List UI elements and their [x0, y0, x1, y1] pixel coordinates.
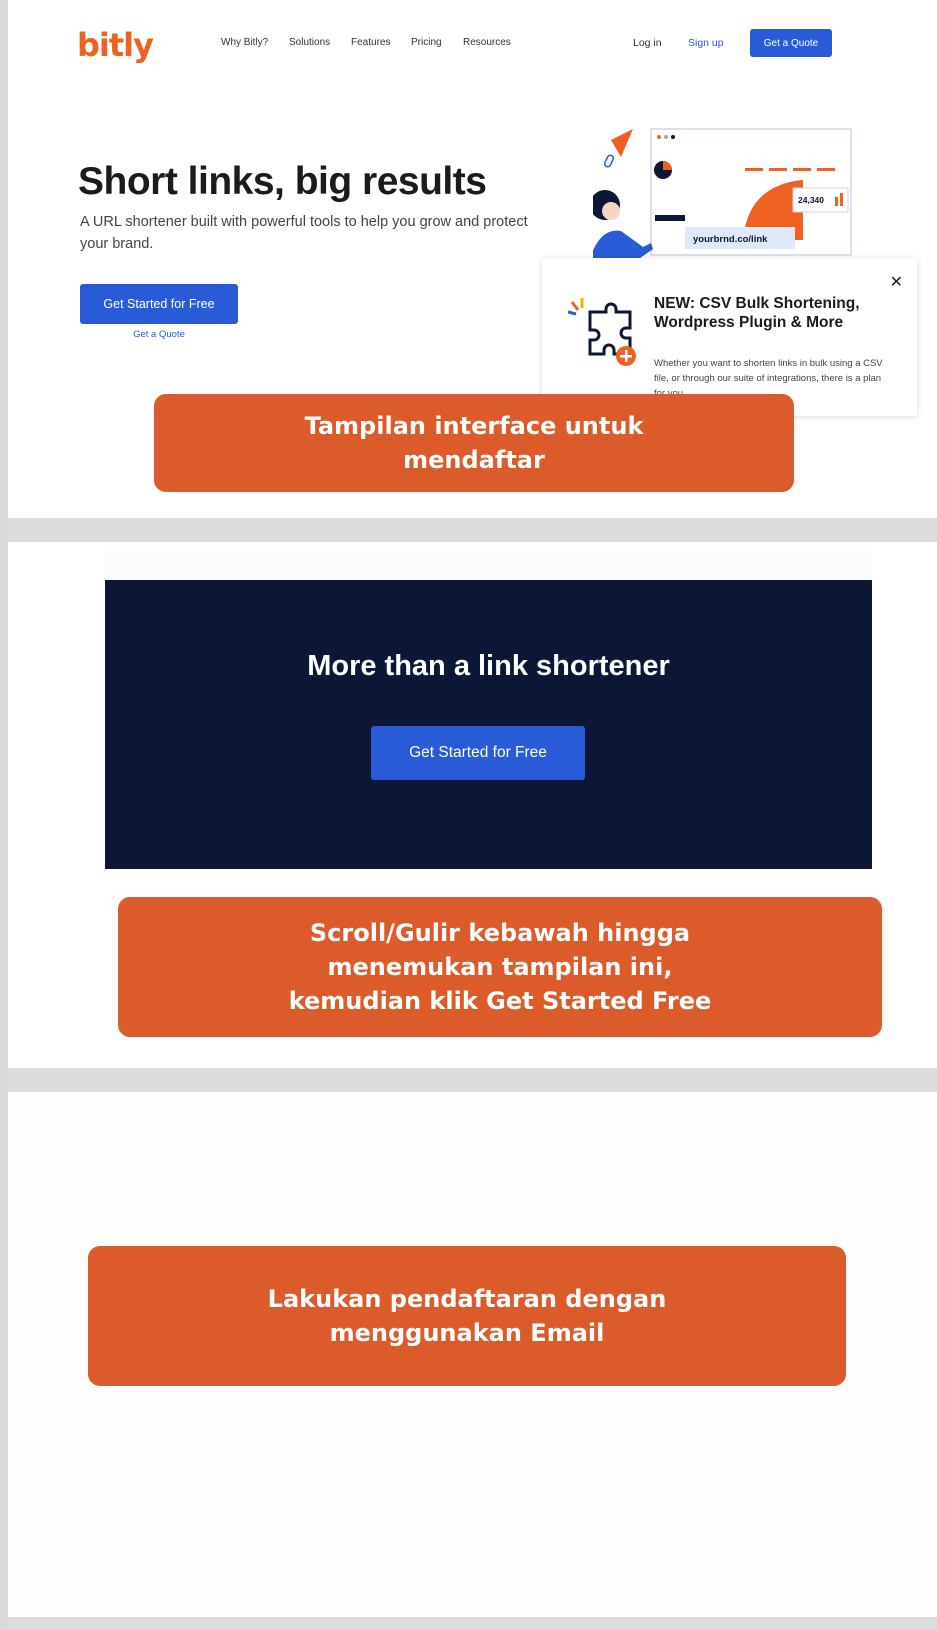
screenshot-signup-section: Lakukan pendaftaran dengan menggunakan E…	[8, 1092, 937, 1617]
callout-interface: Tampilan interface untuk mendaftar	[154, 394, 794, 492]
hero-subtitle: A URL shortener built with powerful tool…	[80, 214, 528, 252]
banner-top-strip	[105, 546, 872, 580]
nav-why-bitly[interactable]: Why Bitly?	[221, 37, 268, 48]
nav-features[interactable]: Features	[351, 37, 390, 48]
hero-illustration: 24,340 yourbrnd.co/link	[593, 128, 852, 265]
hero-title: Short links, big results	[78, 160, 487, 203]
callout-text: Tampilan interface untuk mendaftar	[304, 412, 644, 474]
callout-text: Lakukan pendaftaran dengan menggunakan E…	[267, 1285, 667, 1347]
popup-title: NEW: CSV Bulk Shortening, Wordpress Plug…	[654, 295, 860, 331]
svg-text:yourbrnd.co/link: yourbrnd.co/link	[693, 234, 768, 245]
screenshot-banner-section: More than a link shortener Get Started f…	[8, 542, 937, 1068]
get-started-button[interactable]: Get Started for Free	[80, 284, 238, 324]
get-quote-link[interactable]: Get a Quote	[80, 329, 238, 340]
banner-get-started-button[interactable]: Get Started for Free	[371, 726, 585, 780]
cta-banner: More than a link shortener Get Started f…	[105, 580, 872, 869]
callout-text: Scroll/Gulir kebawah hingga menemukan ta…	[288, 919, 712, 1015]
bitly-logo[interactable]: bitly	[77, 26, 154, 64]
login-link[interactable]: Log in	[633, 37, 662, 49]
nav-resources[interactable]: Resources	[463, 37, 511, 48]
callout-scroll: Scroll/Gulir kebawah hingga menemukan ta…	[118, 897, 882, 1037]
svg-text:24,340: 24,340	[798, 195, 824, 205]
close-icon[interactable]: ✕	[890, 272, 903, 292]
banner-title: More than a link shortener	[307, 650, 670, 682]
puzzle-icon	[568, 298, 636, 366]
announcement-popup: ✕ NEW: CSV Bulk Shortening, Wordpress Pl…	[542, 258, 917, 416]
nav-pricing[interactable]: Pricing	[411, 37, 442, 48]
signup-link[interactable]: Sign up	[688, 37, 724, 49]
nav-solutions[interactable]: Solutions	[289, 37, 330, 48]
get-quote-button[interactable]: Get a Quote	[750, 29, 832, 57]
page-left-border	[0, 0, 8, 1630]
screenshot-homepage: bitly Why Bitly? Solutions Features Pric…	[8, 0, 937, 518]
callout-signup-email: Lakukan pendaftaran dengan menggunakan E…	[88, 1246, 846, 1386]
